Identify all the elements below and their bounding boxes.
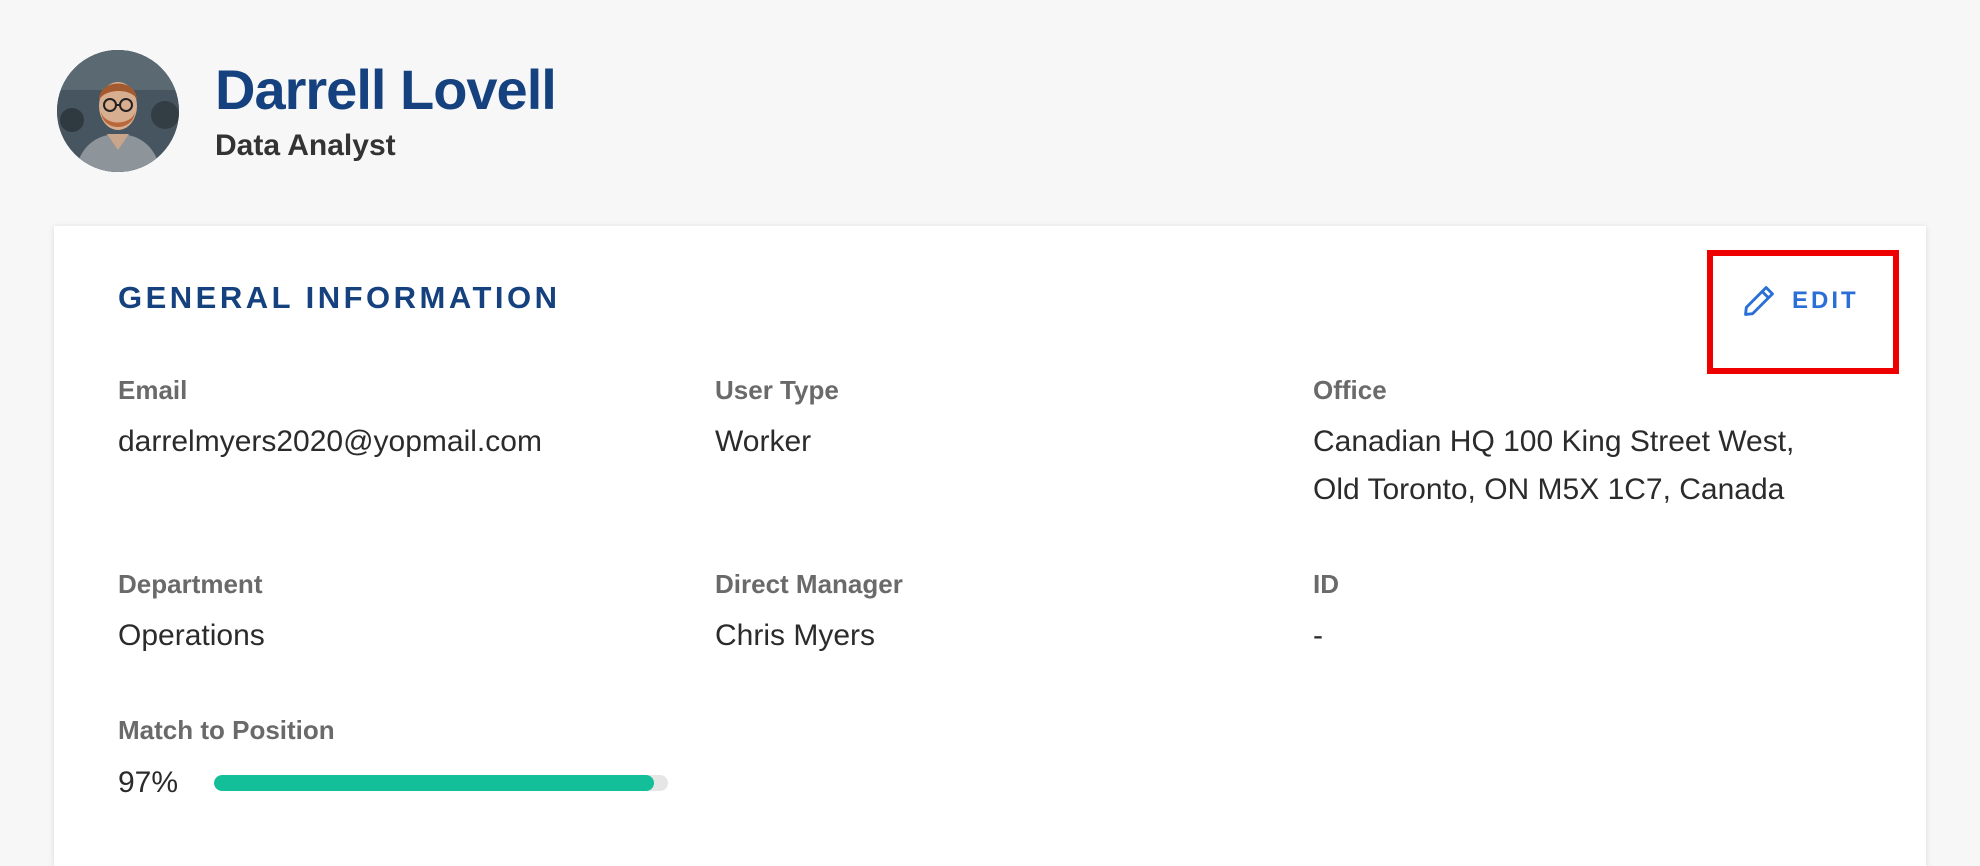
field-department: Department Operations bbox=[118, 568, 265, 660]
field-user-type: User Type Worker bbox=[715, 374, 839, 466]
edit-button[interactable]: EDIT bbox=[1740, 282, 1859, 320]
id-label: ID bbox=[1313, 569, 1339, 599]
name-block: Darrell Lovell Data Analyst bbox=[215, 58, 557, 164]
direct-manager-label: Direct Manager bbox=[715, 569, 903, 599]
general-information-card: GENERAL INFORMATION EDIT Email darrelmye… bbox=[54, 226, 1926, 866]
user-type-label: User Type bbox=[715, 375, 839, 405]
person-job-title: Data Analyst bbox=[215, 129, 396, 162]
profile-header: Darrell Lovell Data Analyst bbox=[57, 50, 557, 172]
avatar-photo bbox=[57, 50, 179, 172]
department-label: Department bbox=[118, 569, 263, 599]
direct-manager-value: Chris Myers bbox=[715, 619, 876, 652]
office-value-line-2: Old Toronto, ON M5X 1C7, Canada bbox=[1313, 473, 1785, 506]
field-email: Email darrelmyers2020@yopmail.com bbox=[118, 374, 542, 466]
field-id: ID - bbox=[1313, 568, 1339, 660]
office-label: Office bbox=[1313, 375, 1387, 405]
field-match-to-position: Match to Position bbox=[118, 714, 335, 746]
email-value: darrelmyers2020@yopmail.com bbox=[118, 425, 542, 458]
pencil-icon bbox=[1744, 286, 1774, 316]
match-label: Match to Position bbox=[118, 715, 335, 745]
edit-label: EDIT bbox=[1792, 287, 1859, 314]
section-title: GENERAL INFORMATION bbox=[118, 280, 561, 315]
match-percent-text: 97% bbox=[118, 766, 179, 799]
field-direct-manager: Direct Manager Chris Myers bbox=[715, 568, 903, 660]
match-progress-fill bbox=[214, 775, 655, 791]
id-value: - bbox=[1313, 619, 1323, 652]
office-value: Canadian HQ 100 King Street West, Old To… bbox=[1313, 418, 1794, 514]
match-progress-bar bbox=[214, 775, 668, 791]
person-name: Darrell Lovell bbox=[215, 58, 557, 121]
user-type-value: Worker bbox=[715, 425, 812, 458]
department-value: Operations bbox=[118, 619, 265, 652]
office-value-line-1: Canadian HQ 100 King Street West, bbox=[1313, 425, 1795, 458]
avatar bbox=[57, 50, 179, 172]
field-office: Office Canadian HQ 100 King Street West,… bbox=[1313, 374, 1794, 514]
email-label: Email bbox=[118, 375, 188, 405]
match-row: 97% bbox=[118, 766, 668, 800]
